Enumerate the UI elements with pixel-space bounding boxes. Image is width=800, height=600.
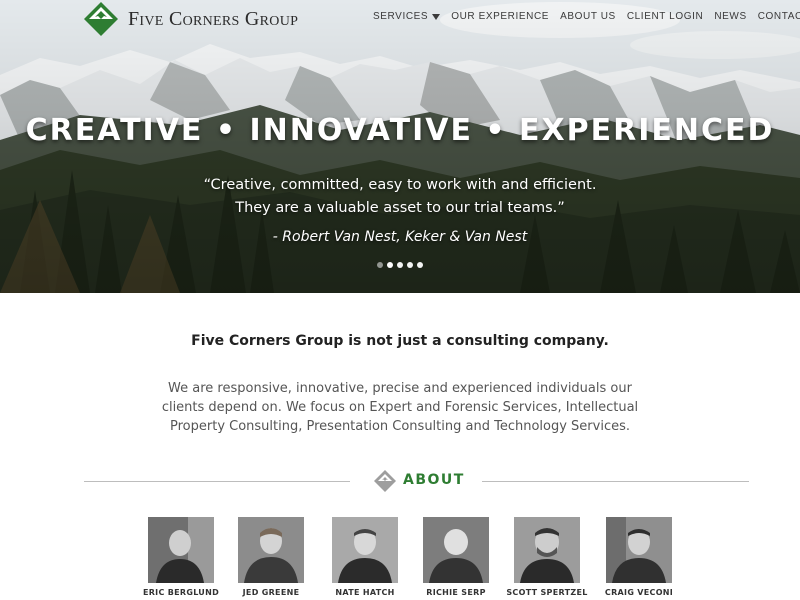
intro-body: We are responsive, innovative, precise a… xyxy=(161,381,639,434)
intro-title: Five Corners Group is not just a consult… xyxy=(191,333,609,349)
slider-dot-2[interactable] xyxy=(387,262,393,268)
team-member-photo xyxy=(606,517,672,583)
team-member-name: CRAIG VECONI xyxy=(604,588,674,597)
hero-headline: CREATIVE • INNOVATIVE • EXPERIENCED xyxy=(25,113,775,148)
brand-name: Five Corners Group xyxy=(128,7,299,30)
team-member-name: NATE HATCH xyxy=(335,588,395,597)
testimonial-quote: “Creative, committed, easy to work with … xyxy=(0,174,800,220)
mountain-diamond-icon xyxy=(84,2,118,36)
team-member[interactable]: JED GREENE xyxy=(226,517,316,597)
about-section-header: ABOUT xyxy=(84,468,749,494)
divider xyxy=(482,481,749,482)
slider-dot-5[interactable] xyxy=(417,262,423,268)
team-member[interactable]: ERIC BERGLUND xyxy=(136,517,226,597)
team-member-photo xyxy=(332,517,398,583)
slider-dot-1[interactable] xyxy=(377,262,383,268)
slider-dot-4[interactable] xyxy=(407,262,413,268)
nav-item-services[interactable]: SERVICES xyxy=(373,11,441,22)
about-heading: ABOUT xyxy=(403,472,465,488)
team-member-name: RICHIE SERP xyxy=(426,588,486,597)
nav-item-contact[interactable]: CONTACT xyxy=(758,11,800,22)
team-member-photo xyxy=(423,517,489,583)
slider-dots xyxy=(0,262,800,268)
team-member-name: JED GREENE xyxy=(242,588,300,597)
team-member[interactable]: NATE HATCH xyxy=(320,517,410,597)
team-member[interactable]: SCOTT SPERTZEL xyxy=(502,517,592,597)
team-member-photo xyxy=(148,517,214,583)
team-member-photo xyxy=(514,517,580,583)
main-nav: SERVICES OUR EXPERIENCE ABOUT US CLIENT … xyxy=(373,11,800,22)
caret-down-icon xyxy=(432,13,441,20)
team-member-name: ERIC BERGLUND xyxy=(142,588,220,597)
team-member[interactable]: CRAIG VECONI xyxy=(594,517,684,597)
team-member-photo xyxy=(238,517,304,583)
mountain-diamond-icon xyxy=(374,470,396,492)
testimonial-attribution: - Robert Van Nest, Keker & Van Nest xyxy=(272,229,528,245)
brand-logo[interactable]: Five Corners Group xyxy=(84,2,298,36)
nav-label: SERVICES xyxy=(373,11,429,22)
team-member-name: SCOTT SPERTZEL xyxy=(506,588,588,597)
nav-item-client-login[interactable]: CLIENT LOGIN xyxy=(627,11,703,22)
slider-dot-3[interactable] xyxy=(397,262,403,268)
nav-item-our-experience[interactable]: OUR EXPERIENCE xyxy=(451,11,549,22)
divider xyxy=(84,481,350,482)
team-list: ERIC BERGLUND JED GREENE NATE HATCH RICH… xyxy=(0,517,800,600)
hero-banner: Five Corners Group SERVICES OUR EXPERIEN… xyxy=(0,0,800,293)
team-member[interactable]: RICHIE SERP xyxy=(411,517,501,597)
nav-item-news[interactable]: NEWS xyxy=(714,11,746,22)
quote-line: They are a valuable asset to our trial t… xyxy=(235,200,565,216)
quote-line: “Creative, committed, easy to work with … xyxy=(203,177,597,193)
nav-item-about-us[interactable]: ABOUT US xyxy=(560,11,616,22)
